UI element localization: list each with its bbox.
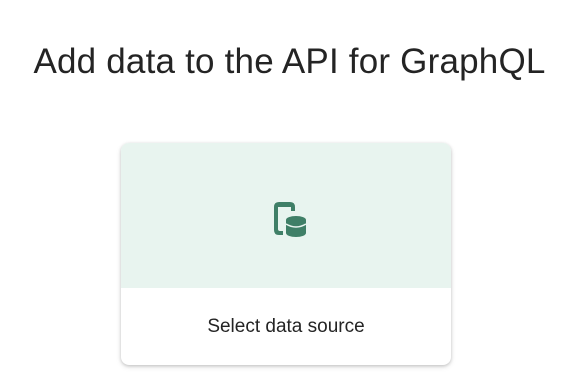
database-source-icon: [268, 199, 308, 239]
card-label: Select data source: [207, 316, 365, 337]
select-data-source-card[interactable]: Select data source: [121, 143, 451, 365]
card-hero: [121, 143, 451, 288]
page: Add data to the API for GraphQL Select d…: [0, 0, 579, 385]
page-title: Add data to the API for GraphQL: [33, 42, 546, 81]
